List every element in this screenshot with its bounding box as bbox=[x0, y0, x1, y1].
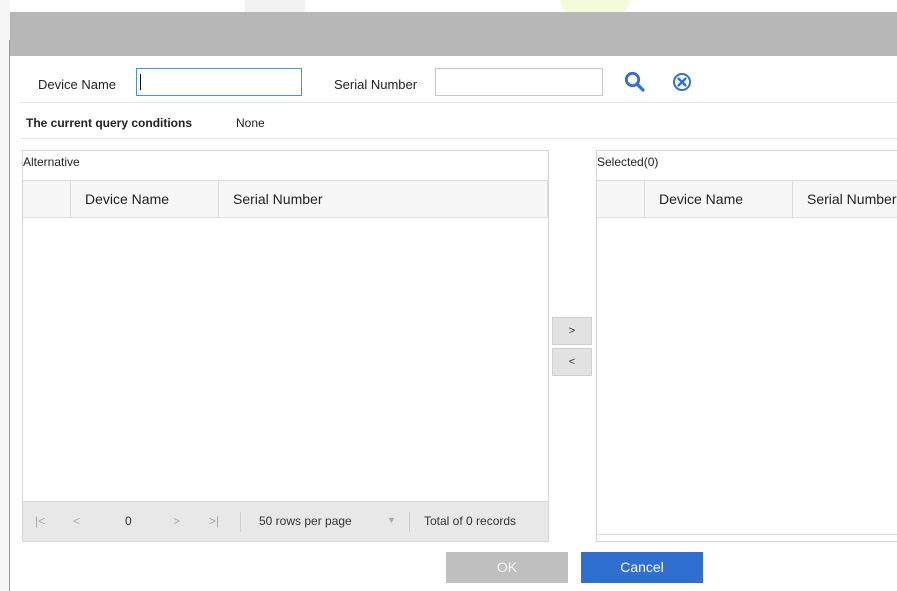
background-decoration bbox=[245, 0, 305, 12]
total-records: Total of 0 records bbox=[424, 514, 517, 528]
add-selected-button[interactable]: > bbox=[552, 317, 592, 345]
alternative-pager: |< < 0 > >| 50 rows per page ▼ Total of … bbox=[23, 501, 548, 541]
search-icon[interactable] bbox=[623, 70, 647, 97]
selected-title: Selected(0) bbox=[597, 155, 659, 169]
pager-separator bbox=[240, 512, 241, 532]
current-page-number[interactable]: 0 bbox=[125, 514, 132, 528]
selected-grid-header: Device Name Serial Number bbox=[597, 180, 897, 218]
selected-grid-bottom-border bbox=[597, 534, 897, 535]
remove-selected-button[interactable]: < bbox=[552, 348, 592, 376]
serial-number-input[interactable] bbox=[435, 68, 603, 96]
first-page-button[interactable]: |< bbox=[35, 514, 45, 528]
last-page-button[interactable]: >| bbox=[209, 514, 219, 528]
cancel-button[interactable]: Cancel bbox=[581, 552, 703, 583]
alternative-grid-header: Device Name Serial Number bbox=[23, 180, 548, 218]
conditions-separator bbox=[20, 138, 897, 139]
rows-per-page-select[interactable]: 50 rows per page bbox=[259, 514, 352, 528]
column-header-serial-number[interactable]: Serial Number bbox=[219, 181, 548, 217]
alternative-title: Alternative bbox=[23, 155, 80, 169]
selected-grid-body bbox=[597, 218, 897, 533]
alternative-panel: Alternative Device Name Serial Number |<… bbox=[22, 150, 549, 542]
text-caret bbox=[140, 74, 141, 90]
checkbox-column-header[interactable] bbox=[597, 181, 645, 217]
ok-button[interactable]: OK bbox=[446, 552, 568, 583]
current-conditions-value: None bbox=[236, 116, 265, 130]
caret-down-icon[interactable]: ▼ bbox=[387, 515, 396, 525]
column-header-serial-number[interactable]: Serial Number bbox=[793, 181, 897, 217]
dialog-titlebar bbox=[10, 12, 897, 56]
current-conditions-label: The current query conditions bbox=[26, 116, 193, 130]
column-header-device-name[interactable]: Device Name bbox=[645, 181, 793, 217]
pager-separator bbox=[409, 512, 410, 532]
prev-page-button[interactable]: < bbox=[73, 514, 80, 528]
checkbox-column-header[interactable] bbox=[23, 181, 71, 217]
selected-panel: Selected(0) Device Name Serial Number bbox=[596, 150, 897, 542]
query-separator bbox=[20, 102, 897, 103]
next-page-button[interactable]: > bbox=[173, 514, 180, 528]
serial-number-label: Serial Number bbox=[334, 77, 418, 92]
column-header-device-name[interactable]: Device Name bbox=[71, 181, 219, 217]
clear-icon[interactable] bbox=[672, 72, 692, 95]
device-select-dialog: Device Name Serial Number The current qu… bbox=[10, 12, 897, 591]
device-name-label: Device Name bbox=[38, 77, 117, 92]
alternative-grid-body bbox=[23, 218, 548, 500]
device-name-input[interactable] bbox=[136, 68, 302, 96]
